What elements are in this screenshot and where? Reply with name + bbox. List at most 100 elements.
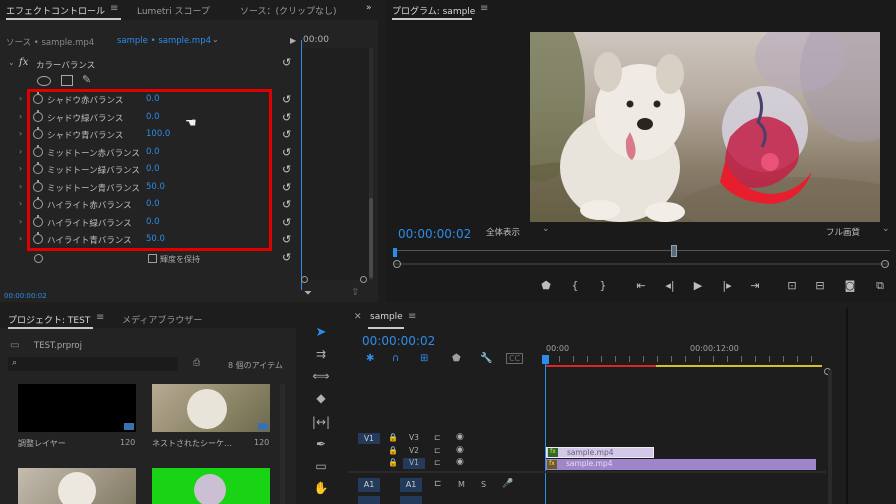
- solo-button[interactable]: S: [481, 480, 486, 489]
- thumbnail-adjustment-layer[interactable]: [18, 384, 136, 432]
- timeline-playhead[interactable]: [545, 356, 546, 504]
- collapse-chevron-icon[interactable]: ⌄: [8, 58, 15, 67]
- play-clip-icon[interactable]: ▶: [290, 36, 296, 45]
- expand-chevron-icon[interactable]: ›: [19, 199, 22, 208]
- reset-param-icon[interactable]: ↺: [282, 93, 291, 106]
- add-marker-icon[interactable]: ⬟: [538, 279, 554, 292]
- selection-tool-icon[interactable]: ➤: [310, 322, 332, 342]
- eye-icon[interactable]: ◉: [456, 432, 464, 442]
- reset-param-icon[interactable]: ↺: [282, 128, 291, 141]
- zoom-handle-right[interactable]: [881, 260, 889, 268]
- project-search-input[interactable]: ⌕: [8, 357, 178, 371]
- ellipse-mask-icon[interactable]: [37, 76, 51, 86]
- pen-tool-icon[interactable]: ✒: [310, 434, 332, 454]
- microphone-icon[interactable]: 🎤: [502, 479, 513, 489]
- quality-select[interactable]: フル画質 ⌄: [826, 224, 894, 240]
- track-name[interactable]: V2: [403, 446, 425, 457]
- program-timeline-ruler[interactable]: [394, 250, 890, 251]
- go-to-out-icon[interactable]: ⇥: [747, 279, 763, 292]
- reset-effect-icon[interactable]: ↺: [282, 56, 291, 69]
- rectangle-tool-icon[interactable]: ▭: [310, 456, 332, 476]
- program-monitor-title[interactable]: プログラム: sample: [392, 4, 475, 17]
- h-scroll-start[interactable]: [301, 276, 308, 283]
- reset-preserve-icon[interactable]: ↺: [282, 251, 291, 264]
- tab-sequence[interactable]: sample: [370, 312, 403, 322]
- audio-patch-a2[interactable]: [358, 496, 380, 504]
- thumbnail-green-screen[interactable]: [152, 468, 270, 504]
- pen-mask-icon[interactable]: ✎: [82, 73, 91, 86]
- project-menu-icon[interactable]: ≡: [96, 312, 104, 323]
- panel-menu-icon[interactable]: ≡: [110, 3, 118, 14]
- step-forward-icon[interactable]: |▸: [719, 279, 735, 292]
- add-marker-icon[interactable]: ⬟: [452, 353, 461, 364]
- mute-button[interactable]: M: [458, 480, 465, 489]
- lock-icon[interactable]: 🔒: [388, 458, 398, 467]
- track-name[interactable]: V3: [403, 433, 425, 444]
- reset-param-icon[interactable]: ↺: [282, 181, 291, 194]
- expand-chevron-icon[interactable]: ›: [19, 217, 22, 226]
- tab-project[interactable]: プロジェクト: TEST: [8, 313, 90, 326]
- thumbnail-sample-clip[interactable]: [18, 468, 136, 504]
- expand-chevron-icon[interactable]: ›: [19, 129, 22, 138]
- sync-lock-icon[interactable]: ⊏: [434, 433, 441, 442]
- fx-badge[interactable]: fx: [19, 57, 28, 68]
- sync-lock-icon[interactable]: ⊏: [434, 446, 441, 455]
- timeline-timecode[interactable]: 00:00:00:02: [362, 334, 435, 348]
- clip-v2[interactable]: fx sample.mp4: [546, 447, 654, 458]
- project-scrollbar[interactable]: [280, 384, 285, 504]
- mark-out-icon[interactable]: }: [595, 279, 611, 292]
- preserve-luminosity-stopwatch-icon[interactable]: [34, 254, 43, 263]
- expand-chevron-icon[interactable]: ›: [19, 234, 22, 243]
- reset-param-icon[interactable]: ↺: [282, 146, 291, 159]
- comparison-view-icon[interactable]: ⧉: [872, 279, 888, 293]
- export-icon[interactable]: ⇪: [351, 287, 359, 298]
- linked-selection-icon[interactable]: ⊞: [420, 353, 428, 364]
- mark-in-icon[interactable]: {: [567, 279, 583, 292]
- rectangle-mask-icon[interactable]: [61, 75, 73, 86]
- captions-icon[interactable]: CC: [506, 353, 524, 364]
- timeline-menu-icon[interactable]: ≡: [408, 311, 416, 322]
- eye-icon[interactable]: ◉: [456, 445, 464, 455]
- close-icon[interactable]: ✕: [354, 312, 362, 322]
- zoom-select[interactable]: 全体表示 ⌄: [486, 224, 554, 240]
- expand-chevron-icon[interactable]: ›: [19, 147, 22, 156]
- wrench-icon[interactable]: 🔧: [480, 353, 492, 364]
- program-menu-icon[interactable]: ≡: [480, 3, 488, 14]
- source-selector[interactable]: ソース • sample.mp4: [0, 33, 106, 49]
- audio-track-a2[interactable]: [400, 496, 422, 504]
- timeline-playhead-head[interactable]: [542, 355, 549, 364]
- tab-lumetri-scopes[interactable]: Lumetri スコープ: [137, 4, 210, 17]
- audio-track-output-icon[interactable]: ⊏: [434, 479, 442, 489]
- sequence-clip-selector[interactable]: sample • sample.mp4 ⌄: [110, 33, 296, 49]
- reset-param-icon[interactable]: ↺: [282, 111, 291, 124]
- program-playhead[interactable]: [393, 248, 397, 257]
- extract-icon[interactable]: ⊟: [812, 279, 828, 292]
- reset-param-icon[interactable]: ↺: [282, 216, 291, 229]
- step-back-icon[interactable]: ◂|: [662, 279, 678, 292]
- reset-param-icon[interactable]: ↺: [282, 233, 291, 246]
- expand-panels-icon[interactable]: »: [366, 3, 372, 13]
- program-timecode[interactable]: 00:00:00:02: [398, 227, 471, 241]
- vertical-scrollbar[interactable]: [369, 48, 373, 280]
- timeline-vscroll[interactable]: [828, 370, 832, 504]
- h-scroll-end[interactable]: [360, 276, 367, 283]
- expand-chevron-icon[interactable]: ›: [19, 182, 22, 191]
- hand-tool-icon[interactable]: ✋: [310, 478, 332, 498]
- expand-chevron-icon[interactable]: ›: [19, 112, 22, 121]
- tab-source[interactable]: ソース：(クリップなし): [240, 4, 337, 17]
- program-zoom-bar[interactable]: [394, 263, 888, 265]
- reset-param-icon[interactable]: ↺: [282, 163, 291, 176]
- slip-tool-icon[interactable]: |↔|: [310, 412, 332, 432]
- expand-chevron-icon[interactable]: ›: [19, 94, 22, 103]
- thumbnail-nested-sequence[interactable]: [152, 384, 270, 432]
- new-search-bin-icon[interactable]: ⎙: [193, 358, 200, 368]
- source-patch[interactable]: V1: [358, 433, 380, 444]
- snap-icon[interactable]: ∩: [392, 353, 399, 364]
- sync-lock-icon[interactable]: ⊏: [434, 458, 441, 467]
- preserve-luminosity-checkbox[interactable]: [148, 254, 157, 263]
- filter-icon[interactable]: ⏷: [304, 288, 312, 299]
- export-frame-icon[interactable]: ◙: [842, 279, 858, 292]
- clip-v1[interactable]: fx sample.mp4: [546, 459, 816, 470]
- lift-icon[interactable]: ⊡: [784, 279, 800, 292]
- ripple-edit-tool-icon[interactable]: ⟺: [310, 366, 332, 386]
